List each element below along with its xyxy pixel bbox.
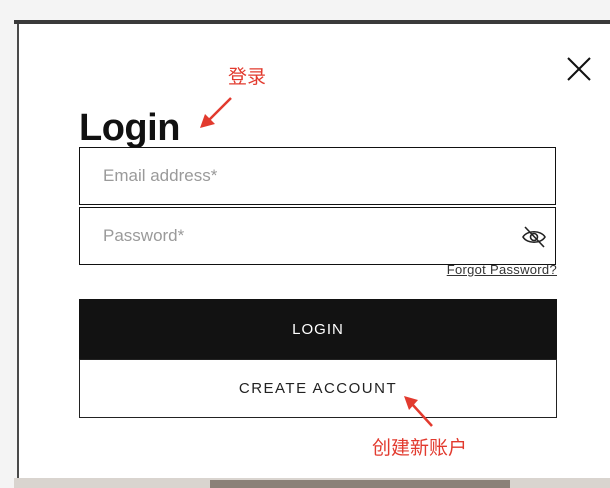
- close-button[interactable]: [566, 56, 592, 82]
- eye-off-icon: [522, 226, 546, 248]
- email-field[interactable]: [80, 148, 555, 204]
- close-icon: [567, 57, 591, 81]
- annotation-login-label: 登录: [228, 66, 267, 88]
- login-button[interactable]: LOGIN: [79, 299, 557, 359]
- page-title: Login: [79, 107, 180, 149]
- annotation-arrow-create: [404, 396, 433, 427]
- email-field-wrapper: [79, 147, 556, 205]
- password-field[interactable]: [80, 208, 555, 264]
- forgot-password-link[interactable]: Forgot Password?: [447, 262, 557, 277]
- password-visibility-toggle[interactable]: [521, 225, 547, 249]
- annotation-arrow-login: [200, 97, 232, 128]
- annotation-create-account-label: 创建新账户: [372, 437, 468, 459]
- create-account-button[interactable]: CREATE ACCOUNT: [79, 359, 557, 418]
- password-field-wrapper: [79, 207, 556, 265]
- page-footer-image: [210, 480, 510, 488]
